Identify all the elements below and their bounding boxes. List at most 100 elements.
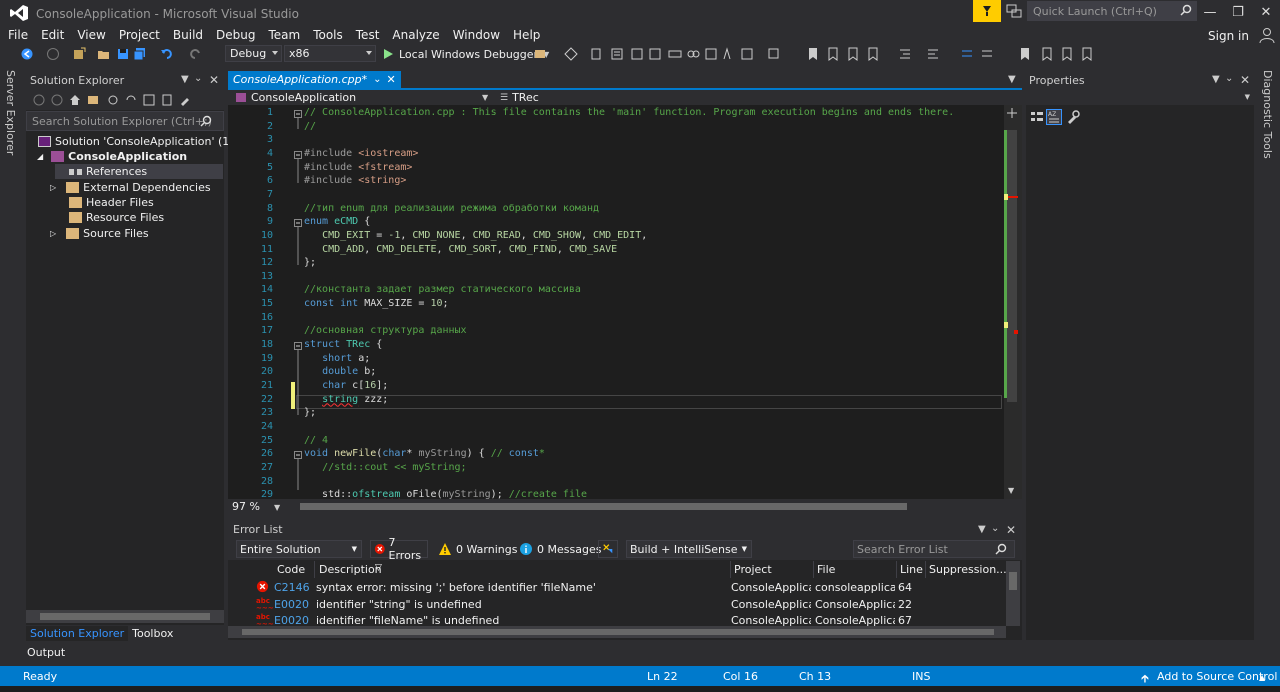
uncomment-lines-icon[interactable] (980, 47, 994, 61)
user-icon[interactable] (1258, 26, 1276, 44)
error-code[interactable]: E0020 (274, 598, 309, 611)
code-line[interactable]: //константа задает размер статического м… (304, 284, 581, 295)
errors-filter-button[interactable]: 7 Errors (370, 536, 428, 562)
breakpoint-icon[interactable] (610, 47, 624, 61)
quick-find-icon[interactable] (704, 47, 718, 61)
outdent-icon[interactable] (898, 47, 912, 61)
feedback-icon[interactable] (1006, 3, 1022, 19)
open-file-icon[interactable] (97, 47, 111, 61)
maximize-button[interactable]: ❐ (1224, 0, 1252, 24)
solution-configuration-select[interactable]: Debug (225, 45, 282, 62)
clear-bookmarks-icon[interactable] (1080, 47, 1094, 61)
next-bookmark-icon[interactable] (1060, 47, 1074, 61)
code-line[interactable]: void newFile(char* myString) { // const* (304, 448, 545, 459)
pending-changes-icon[interactable] (107, 94, 119, 106)
close-icon[interactable]: ✕ (209, 73, 219, 87)
tree-item-header-files[interactable]: Header Files (69, 195, 154, 210)
categorized-icon[interactable] (1030, 111, 1044, 123)
close-icon[interactable]: ✕ (1006, 523, 1016, 537)
tree-project[interactable]: ◢ ConsoleApplication (37, 149, 187, 164)
bookmark-clear-icon[interactable] (866, 47, 880, 61)
code-line[interactable]: #include <string> (304, 175, 406, 186)
forward-icon[interactable] (46, 47, 60, 61)
menu-window[interactable]: Window (453, 28, 500, 42)
collapse-all-icon[interactable] (143, 94, 155, 106)
column-description[interactable]: Description (319, 563, 382, 576)
column-code[interactable]: Code (277, 563, 305, 576)
code-line[interactable]: // (304, 121, 316, 132)
code-line[interactable]: // 4 (304, 435, 328, 446)
menu-build[interactable]: Build (173, 28, 203, 42)
pin-icon[interactable]: ⌄ (373, 74, 381, 85)
back-icon[interactable] (20, 47, 34, 61)
sync-icon[interactable] (125, 94, 137, 106)
code-line[interactable]: // ConsoleApplication.cpp : This file co… (304, 107, 954, 118)
quick-launch-input[interactable]: Quick Launch (Ctrl+Q) (1027, 1, 1197, 21)
error-code[interactable]: C2146 (274, 581, 310, 594)
menu-team[interactable]: Team (268, 28, 300, 42)
column-separator[interactable] (896, 561, 897, 578)
bookmark-icon[interactable] (806, 47, 820, 61)
tab-solution-explorer[interactable]: Solution Explorer (26, 625, 129, 641)
dropdown-icon[interactable]: ▼ (181, 74, 189, 85)
server-explorer-tab[interactable]: Server Explorer (4, 70, 17, 155)
scope-select[interactable]: ConsoleApplication (232, 90, 494, 105)
tab-dropdown-icon[interactable]: ▼ (1008, 74, 1016, 85)
sign-in-link[interactable]: Sign in (1208, 29, 1249, 43)
bookmark-prev-icon[interactable] (826, 47, 840, 61)
code-line[interactable]: //std::cout << myString; (304, 462, 467, 473)
error-search-input[interactable]: Search Error List (853, 540, 1015, 558)
bookmark-add-icon[interactable] (767, 47, 781, 61)
new-project-icon[interactable] (72, 47, 86, 61)
member-select[interactable]: ☰ TRec (496, 90, 746, 105)
menu-debug[interactable]: Debug (216, 28, 255, 42)
scroll-down-icon[interactable]: ▼ (1008, 486, 1014, 495)
code-line[interactable]: double b; (304, 366, 376, 377)
menu-help[interactable]: Help (513, 28, 540, 42)
code-line[interactable]: #include <fstream> (304, 162, 412, 173)
class-view-icon[interactable] (630, 47, 644, 61)
dropdown-icon[interactable]: ▼ (978, 524, 986, 535)
properties-icon[interactable] (179, 94, 191, 106)
property-pages-icon[interactable] (1066, 110, 1080, 124)
menu-tools[interactable]: Tools (313, 28, 343, 42)
chevron-up-icon[interactable]: ▲ (1259, 673, 1265, 682)
scrollbar-thumb[interactable] (1007, 130, 1017, 402)
menu-test[interactable]: Test (356, 28, 380, 42)
code-line[interactable]: CMD_EXIT = -1, CMD_NONE, CMD_READ, CMD_S… (304, 230, 647, 241)
editor-horizontal-scroll-thumb[interactable] (300, 503, 907, 510)
home-icon[interactable] (69, 94, 81, 106)
error-scope-select[interactable]: Entire Solution ▼ (236, 540, 362, 558)
error-list-vertical-scrollbar[interactable] (1006, 561, 1020, 626)
close-icon[interactable]: ✕ (387, 73, 396, 86)
comment-icon[interactable] (648, 47, 662, 61)
close-button[interactable]: ✕ (1252, 0, 1280, 24)
menu-edit[interactable]: Edit (41, 28, 64, 42)
chevron-down-icon[interactable]: ▼ (274, 503, 280, 512)
back-icon[interactable] (33, 94, 45, 106)
solution-search-input[interactable]: Search Solution Explorer (Ctrl+;) (26, 111, 224, 131)
code-line[interactable]: const int MAX_SIZE = 10; (304, 298, 449, 309)
column-separator[interactable] (925, 561, 926, 578)
code-line[interactable]: #include <iostream> (304, 148, 418, 159)
find-replace-icon[interactable] (686, 47, 700, 61)
diagnostic-tools-tab[interactable]: Diagnostic Tools (1261, 70, 1274, 159)
code-line[interactable]: struct TRec { (304, 339, 382, 350)
code-line[interactable]: }; (304, 407, 316, 418)
redo-icon[interactable] (188, 47, 202, 61)
error-source-select[interactable]: Build + IntelliSense ▼ (626, 540, 752, 558)
dropdown-icon[interactable]: ▼ (1212, 74, 1220, 85)
show-all-files-icon[interactable] (161, 94, 173, 106)
minimize-button[interactable]: — (1196, 0, 1224, 24)
save-icon[interactable] (116, 47, 130, 61)
search-icon[interactable] (1180, 4, 1192, 16)
undo-icon[interactable] (160, 47, 174, 61)
solution-platform-select[interactable]: x86 (284, 45, 376, 62)
menu-file[interactable]: File (8, 28, 28, 42)
scrollbar-thumb[interactable] (40, 613, 210, 620)
split-icon[interactable] (1006, 107, 1018, 119)
messages-filter-button[interactable]: 0 Messages (516, 540, 604, 558)
bookmark-next-icon[interactable] (846, 47, 860, 61)
prev-bookmark-icon[interactable] (1040, 47, 1054, 61)
column-file[interactable]: File (817, 563, 835, 576)
